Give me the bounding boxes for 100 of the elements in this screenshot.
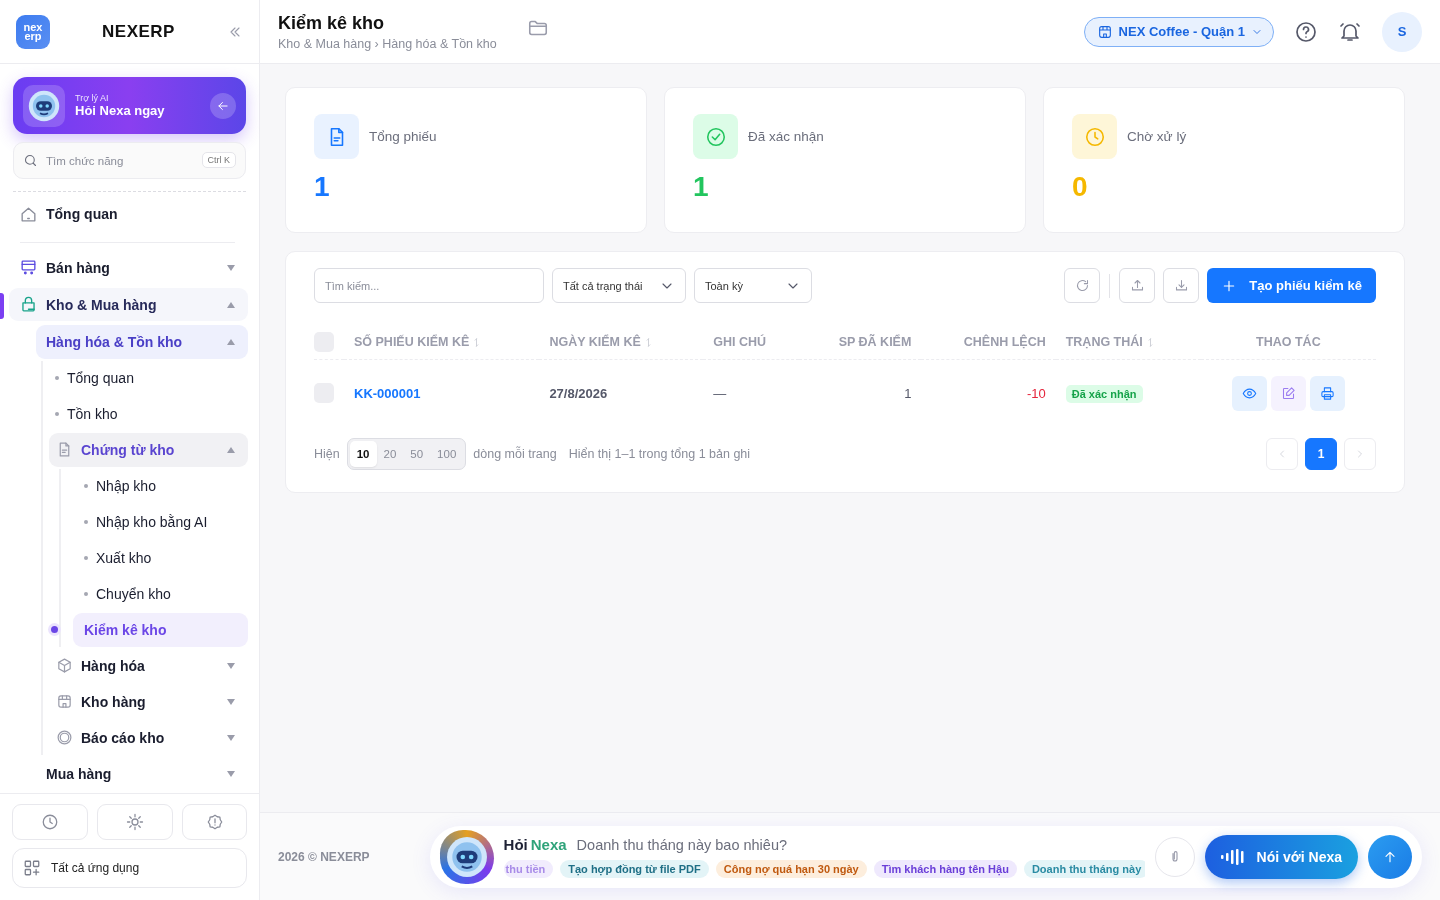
- stat-value: 0: [1072, 171, 1088, 203]
- help-icon[interactable]: [1294, 19, 1318, 44]
- copyright: 2026 © NEXERP: [278, 849, 370, 864]
- table-cell: —: [713, 385, 727, 401]
- store-selector[interactable]: NEX Coffee - Quận 1: [1083, 16, 1274, 47]
- nav-item[interactable]: Tổng quan: [9, 194, 248, 235]
- suggestion-chip[interactable]: Tìm khách hàng tên Hậu: [873, 859, 1017, 878]
- ai-subtitle: Trợ lý AI: [75, 93, 110, 103]
- record-summary: Hiển thị 1–1 trong tổng 1 bản ghi: [568, 447, 751, 461]
- active-indicator: [0, 293, 4, 320]
- upload-icon: [1129, 278, 1145, 293]
- clock-icon: [1083, 125, 1106, 148]
- search-field[interactable]: Tìm kiếm...: [314, 268, 544, 303]
- store-icon: [1096, 23, 1113, 40]
- stat-label: Chờ xử lý: [1127, 129, 1187, 144]
- report-button[interactable]: [182, 804, 247, 840]
- bullet-dot: [55, 412, 59, 416]
- create-button[interactable]: Tạo phiếu kiểm kê: [1207, 268, 1376, 303]
- breadcrumb: Kho & Mua hàng › Hàng hóa & Tồn kho: [278, 36, 497, 51]
- nav-item[interactable]: Nhập kho bằng AI: [73, 505, 248, 539]
- column-header: SP ĐÃ KIỂM: [799, 325, 922, 360]
- all-apps-button[interactable]: Tất cả ứng dụng: [12, 848, 247, 888]
- status-badge: Đã xác nhận: [1065, 384, 1143, 403]
- page-size-option[interactable]: 50: [403, 441, 431, 467]
- apps-icon: [23, 859, 41, 877]
- record-link[interactable]: KK-000001: [354, 385, 421, 401]
- home-icon: [19, 204, 38, 224]
- alert-icon: [205, 813, 224, 831]
- page-size-option[interactable]: 100: [430, 441, 464, 467]
- send-button[interactable]: [1368, 834, 1412, 879]
- column-header: CHÊNH LỆCH: [921, 325, 1056, 360]
- nav-item[interactable]: Kho hàng: [49, 685, 248, 719]
- page-button[interactable]: 1: [1305, 438, 1337, 470]
- table-cell: 27/8/2026: [549, 385, 608, 401]
- nav-item[interactable]: Hàng hóa & Tồn kho: [36, 325, 248, 359]
- upload-button[interactable]: [1119, 268, 1156, 303]
- view-button[interactable]: [1231, 375, 1267, 411]
- bag-icon: [19, 295, 38, 315]
- theme-button[interactable]: [97, 804, 174, 840]
- page-size-option[interactable]: 10: [349, 441, 377, 467]
- nav-item[interactable]: Chứng từ kho: [49, 433, 248, 467]
- bullet-dot: [84, 484, 88, 488]
- history-button[interactable]: [12, 804, 89, 840]
- sun-icon: [126, 813, 145, 831]
- stat-value: 1: [314, 171, 330, 203]
- printer-icon: [1319, 385, 1335, 401]
- edit-button[interactable]: [1270, 375, 1306, 411]
- next-page-button[interactable]: [1344, 438, 1376, 470]
- arrow-button[interactable]: [210, 92, 236, 119]
- table-cell: -10: [1026, 385, 1046, 401]
- clock-icon: [41, 813, 59, 831]
- stat-value: 1: [693, 171, 709, 203]
- search-icon: [23, 153, 38, 168]
- logo: nex erp: [16, 14, 50, 49]
- bullet-dot: [84, 592, 88, 596]
- table-cell: 1: [904, 385, 912, 401]
- column-header: GHI CHÚ: [703, 325, 800, 360]
- per-page-label: dòng mỗi trang: [473, 447, 557, 461]
- bullet-dot: [84, 520, 88, 524]
- eye-icon: [1241, 385, 1257, 401]
- nav-item[interactable]: Xuất kho: [73, 541, 248, 575]
- robot-avatar-icon: [445, 835, 488, 878]
- shortcut-hint: Ctrl K: [201, 152, 236, 168]
- ai-assistant-card[interactable]: Trợ lý AI Hỏi Nexa ngay: [13, 77, 246, 134]
- print-button[interactable]: [1309, 375, 1345, 411]
- nav-item[interactable]: Báo cáo kho: [49, 721, 248, 755]
- robot-avatar-icon: [28, 89, 60, 122]
- waveform-icon: [1220, 848, 1247, 865]
- nav-item[interactable]: Tồn kho: [49, 397, 248, 431]
- assistant-name: Nexa: [530, 835, 567, 853]
- column-header: THAO TÁC: [1200, 325, 1376, 360]
- nav-item[interactable]: Bán hàng: [9, 251, 248, 285]
- bullet-dot: [55, 376, 59, 380]
- edit-icon: [1280, 385, 1296, 401]
- nav-item[interactable]: Tổng quan: [49, 361, 248, 395]
- user-avatar[interactable]: S: [1382, 11, 1422, 52]
- refresh-icon: [1074, 278, 1090, 293]
- ai-title: Hỏi Nexa ngay: [75, 103, 166, 118]
- page-title: Kiểm kê kho: [278, 12, 386, 34]
- download-icon: [1173, 278, 1189, 293]
- page-size-option[interactable]: 20: [376, 441, 404, 467]
- nav-item[interactable]: Chuyển kho: [73, 577, 248, 611]
- stat-label: Tổng phiếu: [369, 129, 437, 144]
- nav-item[interactable]: Nhập kho: [73, 469, 248, 503]
- download-button[interactable]: [1163, 268, 1200, 303]
- suggestion-chip[interactable]: Công nợ quá hạn 30 ngày: [715, 859, 867, 878]
- bullet-dot: [51, 626, 58, 634]
- chat-label: Hỏi: [503, 835, 528, 853]
- bullet-dot: [84, 556, 88, 560]
- refresh-button[interactable]: [1064, 268, 1101, 303]
- filter-dropdown[interactable]: Toàn kỳ: [694, 268, 812, 303]
- filter-dropdown[interactable]: Tất cả trạng thái: [552, 268, 686, 303]
- brand-name: NEXERP: [101, 21, 176, 42]
- voice-button[interactable]: Nói với Nexa: [1204, 834, 1358, 879]
- rows-label: Hiện: [314, 447, 340, 461]
- nav-item[interactable]: Hàng hóa: [49, 649, 248, 683]
- stat-label: Đã xác nhận: [748, 129, 824, 144]
- suggestion-chip[interactable]: Tạo hợp đồng từ file PDF: [560, 859, 709, 878]
- suggestion-chip[interactable]: Doanh thu tháng này: [1023, 859, 1145, 878]
- nav-item[interactable]: Mua hàng: [36, 757, 248, 791]
